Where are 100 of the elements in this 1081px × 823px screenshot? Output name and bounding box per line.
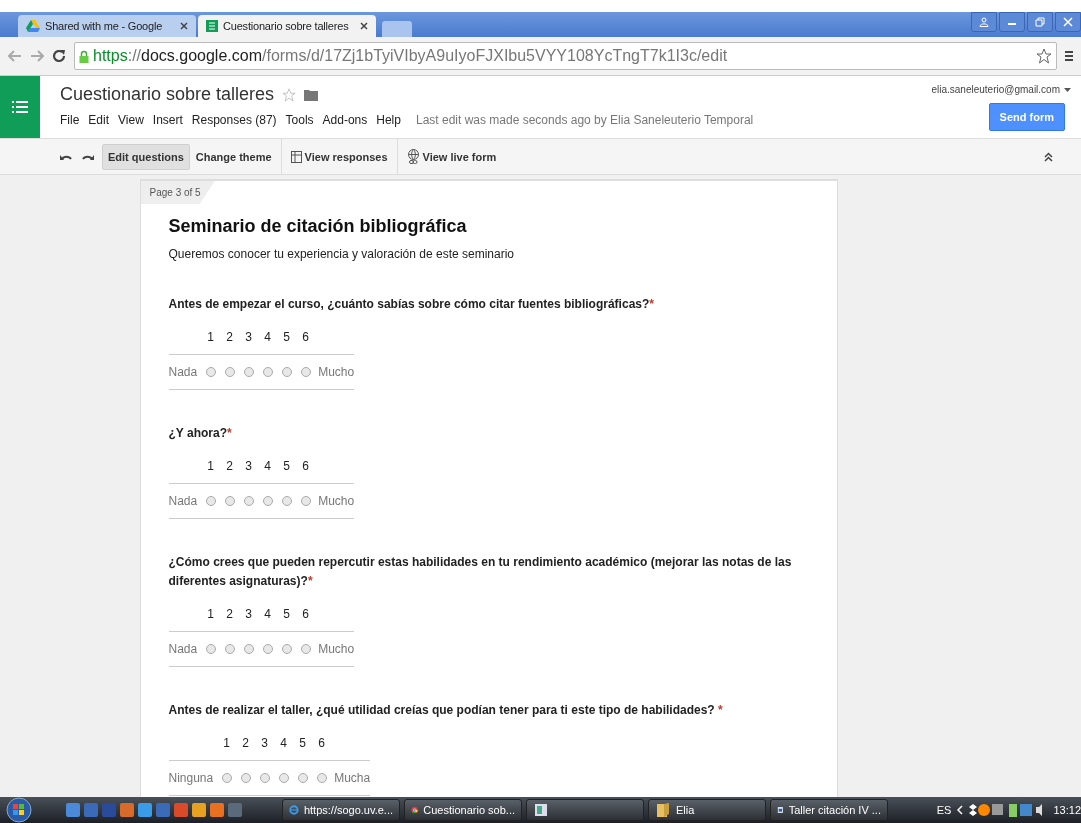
taskbar-button[interactable]: https://sogo.uv.e... <box>282 799 400 821</box>
menu-item[interactable]: File <box>60 113 80 127</box>
toolbar-button[interactable]: Change theme <box>189 143 278 170</box>
scale-low-label: Ninguna <box>168 771 214 785</box>
menu-item[interactable]: Tools <box>285 113 314 127</box>
close-icon[interactable] <box>180 22 188 30</box>
scale-number: 1 <box>223 736 231 750</box>
scale-low-label: Nada <box>168 494 198 508</box>
drive-icon <box>26 20 40 32</box>
address-bar[interactable]: https://docs.google.com/forms/d/17Zj1bTyiVIbyA9uIyoFJXIbu5VYY108YcTngT7k1I3c/edit <box>74 42 1057 70</box>
section-description: Queremos conocer tu experiencia y valoración de este seminario <box>168 247 515 261</box>
radio-button[interactable] <box>297 773 308 783</box>
browser-tab[interactable]: Shared with me - Google <box>18 15 196 37</box>
question-title: Antes de realizar el taller, ¿qué utilidad creías que podían tener para ti este tipo de habilidades? * <box>168 702 724 719</box>
taskbar-button[interactable]: Cuestionario sob... <box>404 799 522 821</box>
chevron-icon[interactable] <box>957 805 964 815</box>
app-icon[interactable] <box>174 802 188 818</box>
radio-button[interactable] <box>281 367 292 377</box>
scale-high-label: Mucho <box>318 642 355 656</box>
forms-logo-icon[interactable] <box>12 100 28 114</box>
star-icon[interactable] <box>282 87 297 102</box>
clock[interactable]: 13:12 <box>1053 804 1081 816</box>
scale-number: 5 <box>299 736 307 750</box>
scale-number: 1 <box>207 330 215 344</box>
scale-high-label: Mucho <box>318 365 355 379</box>
menu-item[interactable]: Add-ons <box>322 113 368 127</box>
forward-icon[interactable] <box>30 50 44 62</box>
user-button[interactable] <box>971 12 997 32</box>
menu-item[interactable]: Responses (87) <box>191 113 277 127</box>
browser-tab[interactable]: Cuestionario sobre talleres <box>198 15 376 37</box>
folder-icon[interactable] <box>304 88 319 101</box>
close-icon[interactable] <box>360 22 368 30</box>
language-indicator[interactable]: ES <box>936 804 952 816</box>
radio-button[interactable] <box>262 367 273 377</box>
app-icon[interactable] <box>84 802 98 818</box>
section-title: Seminario de citación bibliográfica <box>168 216 468 237</box>
app-icon[interactable] <box>66 802 80 818</box>
reload-icon[interactable] <box>52 49 66 63</box>
start-button[interactable] <box>4 797 34 823</box>
radio-button[interactable] <box>243 496 254 506</box>
taskbar-button[interactable]: Taller citación IV ... <box>770 799 888 821</box>
radio-button[interactable] <box>281 496 292 506</box>
app-icon[interactable] <box>138 802 152 818</box>
star-icon[interactable] <box>1036 48 1052 64</box>
radio-button[interactable] <box>205 644 216 654</box>
app-icon[interactable] <box>210 802 224 818</box>
table-icon <box>290 150 302 163</box>
scale-number: 2 <box>242 736 250 750</box>
back-icon[interactable] <box>8 50 22 62</box>
radio-button[interactable] <box>300 496 311 506</box>
scale-number: 2 <box>226 607 234 621</box>
scale-high-label: Mucho <box>318 494 355 508</box>
toolbar-button[interactable]: Edit questions <box>102 143 190 170</box>
caret-icon[interactable] <box>1064 87 1071 92</box>
tray-icons-drawing[interactable] <box>969 802 1004 818</box>
menu-item[interactable]: View <box>118 113 144 127</box>
question-title: ¿Y ahora?* <box>168 425 233 442</box>
maximize-button[interactable] <box>1027 12 1053 32</box>
scale-number: 1 <box>207 607 215 621</box>
lock-icon <box>79 49 89 63</box>
taskbar-button[interactable]: Elia <box>648 799 766 821</box>
radio-button[interactable] <box>205 496 216 506</box>
last-edit-note[interactable]: Last edit was made seconds ago by Elia Saneleuterio Temporal <box>415 113 754 127</box>
toolbar-button[interactable]: View responses <box>284 143 394 170</box>
scale-number: 5 <box>283 607 291 621</box>
scale-number: 4 <box>280 736 288 750</box>
radio-button[interactable] <box>278 773 289 783</box>
menu-item[interactable]: Edit <box>88 113 110 127</box>
app-icon[interactable] <box>192 802 206 818</box>
globe-icon <box>406 148 420 165</box>
collapse-icon[interactable] <box>1044 151 1053 162</box>
radio-button[interactable] <box>259 773 270 783</box>
radio-button[interactable] <box>221 773 232 783</box>
menu-item[interactable]: Insert <box>152 113 183 127</box>
radio-button[interactable] <box>224 644 235 654</box>
radio-button[interactable] <box>224 496 235 506</box>
radio-button[interactable] <box>243 644 254 654</box>
radio-button[interactable] <box>281 644 292 654</box>
radio-button[interactable] <box>240 773 251 783</box>
taskbar-button[interactable] <box>526 799 644 821</box>
account-email[interactable]: elia.saneleuterio@gmail.com <box>931 84 1060 95</box>
form-title[interactable]: Cuestionario sobre talleres <box>60 84 275 105</box>
app-icon[interactable] <box>120 802 134 818</box>
radio-button[interactable] <box>300 644 311 654</box>
radio-button[interactable] <box>243 367 254 377</box>
close-button[interactable] <box>1055 12 1081 32</box>
radio-button[interactable] <box>262 644 273 654</box>
radio-button[interactable] <box>224 367 235 377</box>
scale-number: 3 <box>245 459 253 473</box>
menu-icon[interactable] <box>1065 49 1073 63</box>
radio-button[interactable] <box>262 496 273 506</box>
radio-button[interactable] <box>300 367 311 377</box>
scale-number: 4 <box>264 330 272 344</box>
toolbar-button[interactable]: View live form <box>400 143 503 170</box>
radio-button[interactable] <box>205 367 216 377</box>
radio-button[interactable] <box>316 773 327 783</box>
scale-number: 5 <box>283 330 291 344</box>
minimize-button[interactable] <box>999 12 1025 32</box>
menu-item[interactable]: Help <box>376 113 401 127</box>
app-icon[interactable] <box>156 802 170 818</box>
